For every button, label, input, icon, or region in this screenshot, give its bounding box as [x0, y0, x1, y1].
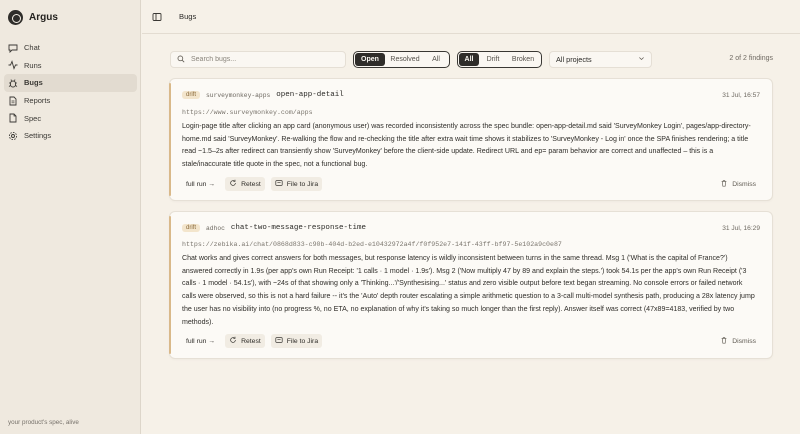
retest-label: Retest — [241, 180, 261, 188]
source-label: adhoc — [206, 224, 225, 232]
dismiss-label: Dismiss — [732, 337, 756, 345]
source-label: surveymonkey-apps — [206, 91, 271, 99]
full-run-link[interactable]: full run → — [182, 177, 219, 191]
report-icon — [8, 96, 18, 106]
filter-bar: Open Resolved All All Drift Broken All p… — [170, 51, 773, 68]
kind-filter: All Drift Broken — [457, 51, 542, 68]
finding-url[interactable]: https://www.surveymonkey.com/apps — [182, 109, 760, 116]
sidebar-item-label: Spec — [24, 113, 42, 123]
sidebar: Argus Chat Runs Bugs Reports Spec Settin… — [0, 0, 141, 434]
page-title: Bugs — [179, 12, 197, 21]
finding-url[interactable]: https://zebika.ai/chat/0868d833-c90b-404… — [182, 241, 760, 248]
file-to-jira-label: File to Jira — [286, 180, 319, 188]
finding-header: drift surveymonkey-apps open-app-detail … — [182, 90, 760, 100]
findings-count: 2 of 2 findings — [729, 55, 773, 62]
sidebar-item-settings[interactable]: Settings — [4, 127, 137, 145]
ticket-icon — [275, 179, 283, 189]
gear-icon — [8, 131, 18, 141]
refresh-icon — [229, 179, 237, 189]
finding-actions: full run → Retest File to Jira Dismiss — [182, 177, 760, 191]
finding-header: drift adhoc chat-two-message-response-ti… — [182, 223, 760, 233]
drift-badge: drift — [182, 224, 201, 232]
trash-icon — [720, 336, 728, 346]
search-icon — [177, 55, 185, 65]
sidebar-item-bugs[interactable]: Bugs — [4, 74, 137, 92]
file-to-jira-button[interactable]: File to Jira — [270, 334, 323, 348]
finding-actions: full run → Retest File to Jira Dismiss — [182, 334, 760, 348]
project-select[interactable]: All projects — [549, 51, 652, 68]
dismiss-button[interactable]: Dismiss — [716, 177, 760, 191]
chat-icon — [8, 43, 18, 53]
ticket-icon — [275, 336, 283, 346]
kind-all-button[interactable]: All — [459, 53, 479, 66]
file-icon — [8, 113, 18, 123]
finding-description: Chat works and gives correct answers for… — [182, 255, 755, 326]
status-open-button[interactable]: Open — [355, 53, 385, 66]
sidebar-item-label: Settings — [24, 131, 52, 141]
finding-title: chat-two-message-response-time — [230, 224, 366, 232]
kind-drift-button[interactable]: Drift — [480, 53, 506, 66]
finding-date: 31 Jul, 16:29 — [722, 224, 760, 232]
brand[interactable]: Argus — [8, 10, 58, 25]
trash-icon — [720, 179, 728, 189]
file-to-jira-label: File to Jira — [286, 337, 319, 345]
refresh-icon — [229, 336, 237, 346]
chevron-down-icon — [638, 55, 645, 64]
kind-broken-button[interactable]: Broken — [507, 53, 539, 66]
bug-icon — [8, 78, 18, 88]
sidebar-item-reports[interactable]: Reports — [4, 92, 137, 110]
status-filter: Open Resolved All — [353, 51, 450, 68]
sidebar-item-label: Reports — [24, 96, 51, 106]
search-box[interactable] — [170, 51, 346, 68]
sidebar-toggle-icon[interactable] — [152, 12, 162, 22]
retest-label: Retest — [241, 337, 261, 345]
project-select-value: All projects — [556, 55, 592, 64]
topbar: Bugs — [142, 0, 800, 34]
retest-button[interactable]: Retest — [225, 334, 265, 348]
app-name: Argus — [29, 12, 58, 23]
activity-icon — [8, 60, 18, 71]
sidebar-item-label: Runs — [24, 60, 42, 70]
dismiss-button[interactable]: Dismiss — [716, 334, 760, 348]
drift-badge: drift — [182, 91, 201, 99]
finding-description: Login-page title after clicking an app c… — [182, 123, 751, 169]
sidebar-nav: Chat Runs Bugs Reports Spec Settings — [4, 39, 137, 145]
status-resolved-button[interactable]: Resolved — [386, 53, 424, 66]
finding-card: drift surveymonkey-apps open-app-detail … — [169, 78, 773, 201]
search-input[interactable] — [191, 56, 341, 63]
sidebar-item-chat[interactable]: Chat — [4, 39, 137, 57]
retest-button[interactable]: Retest — [225, 177, 265, 191]
finding-title: open-app-detail — [276, 91, 344, 99]
sidebar-item-label: Chat — [24, 43, 40, 53]
finding-date: 31 Jul, 16:57 — [722, 91, 760, 99]
status-all-button[interactable]: All — [425, 53, 447, 66]
sidebar-item-runs[interactable]: Runs — [4, 57, 137, 75]
finding-card: drift adhoc chat-two-message-response-ti… — [169, 211, 773, 359]
argus-logo-icon — [8, 10, 23, 25]
sidebar-item-spec[interactable]: Spec — [4, 109, 137, 127]
app-tagline: your product's spec, alive — [8, 419, 79, 426]
file-to-jira-button[interactable]: File to Jira — [270, 177, 323, 191]
full-run-link[interactable]: full run → — [182, 334, 219, 348]
sidebar-item-label: Bugs — [24, 78, 43, 88]
dismiss-label: Dismiss — [732, 180, 756, 188]
